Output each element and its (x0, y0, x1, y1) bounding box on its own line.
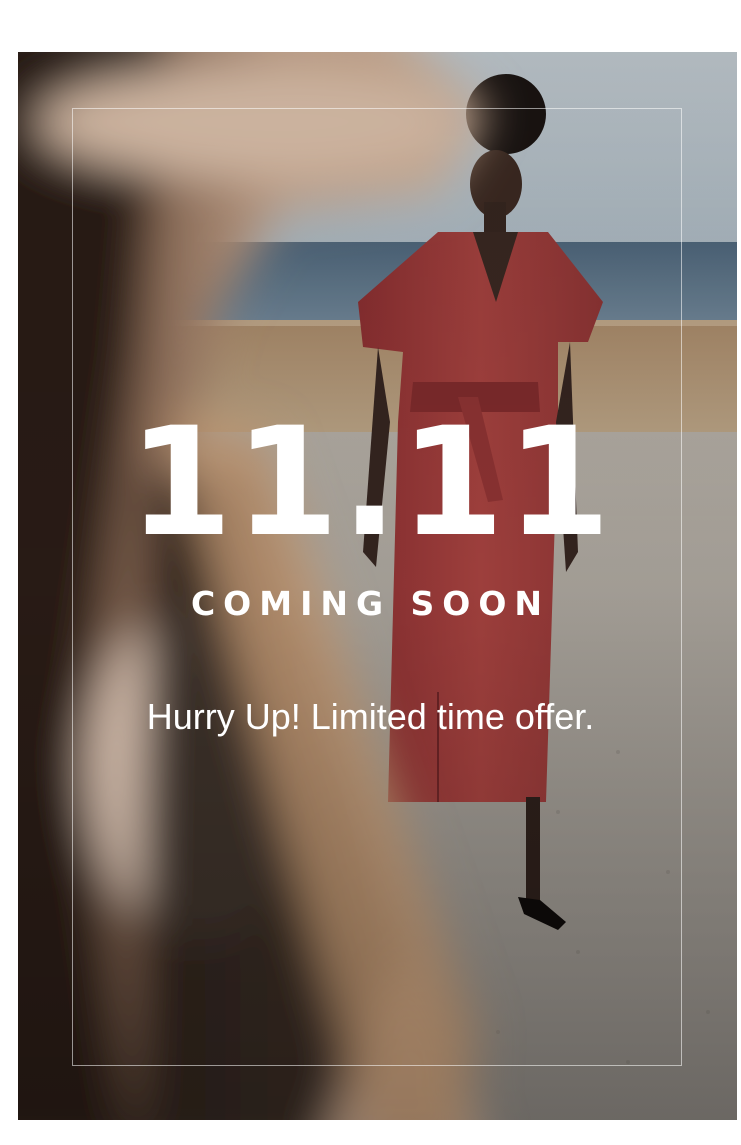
offer-tagline: Hurry Up! Limited time offer. (146, 696, 595, 737)
sale-date-headline: 11.11 (128, 396, 613, 570)
page: 11.11 COMING SOON Hurry Up! Limited time… (0, 0, 741, 1145)
coming-soon-subheadline: COMING SOON (190, 584, 551, 623)
